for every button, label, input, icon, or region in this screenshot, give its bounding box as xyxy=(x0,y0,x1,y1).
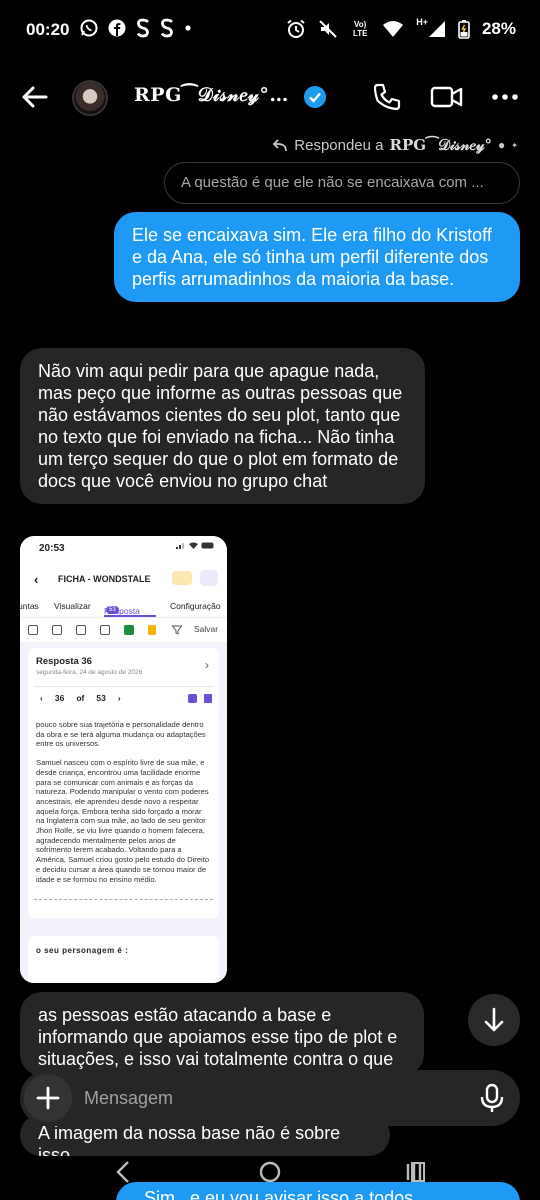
reply-prefix: Respondeu a xyxy=(294,136,384,154)
crown-icon xyxy=(172,571,192,585)
scroll-to-bottom-button[interactable] xyxy=(468,994,520,1046)
image-paragraph: Samuel nasceu com o espírito livre de su… xyxy=(36,758,210,884)
battery-icon xyxy=(201,542,214,549)
image-body: Resposta 36 segunda-feira, 24 de agosto … xyxy=(20,642,227,983)
image-status-bar: 20:53 xyxy=(20,536,227,562)
incoming-message[interactable]: Não vim aqui pedir para que apague nada,… xyxy=(20,348,425,504)
reply-context: Respondeu a RPG⁀𝒟𝒾𝓈𝓃𝑒𝓎° ● ✦ xyxy=(272,136,518,154)
status-right-icons: Vo) LTE H+ 28% xyxy=(286,17,516,39)
image-response-card: Resposta 36 segunda-feira, 24 de agosto … xyxy=(28,648,219,716)
reply-arrow-icon xyxy=(272,139,288,152)
slides-icon xyxy=(148,625,156,635)
chat-header: RPG⁀𝒟𝒾𝓈𝓃𝑒𝓎°… xyxy=(0,70,540,126)
reply-name: RPG⁀𝒟𝒾𝓈𝓃𝑒𝓎° xyxy=(389,136,493,154)
alarm-icon xyxy=(287,19,305,38)
trash-icon xyxy=(28,625,38,635)
image-tab-badge: 53 xyxy=(106,606,119,614)
image-time: 20:53 xyxy=(39,543,65,554)
trash-icon xyxy=(204,694,212,703)
print-icon xyxy=(188,694,197,703)
chevron-left-icon: ‹ xyxy=(40,693,43,703)
dot-icon: ✦ xyxy=(511,140,518,150)
image-save-label: Salvar xyxy=(194,624,219,634)
image-toolbar: Salvar xyxy=(20,618,227,642)
image-nav-bar: ‹ FICHA - WONDSTALE xyxy=(20,562,227,596)
volte-label: Vo) LTE xyxy=(352,20,368,38)
back-arrow-icon[interactable] xyxy=(20,82,50,112)
recents-nav-icon[interactable] xyxy=(398,1158,434,1186)
message-input[interactable] xyxy=(84,1070,454,1126)
status-time: 00:20 xyxy=(26,20,70,39)
image-tab: Configuração xyxy=(170,601,221,611)
wifi-icon xyxy=(383,21,404,37)
chevron-right-icon: › xyxy=(117,693,121,703)
system-nav-bar xyxy=(0,1150,540,1200)
image-tab-underline xyxy=(104,615,156,617)
pager-of: of xyxy=(76,693,85,703)
chat-title[interactable]: RPG⁀𝒟𝒾𝓈𝓃𝑒𝓎°… xyxy=(134,84,289,106)
outgoing-message[interactable]: Ele se encaixava sim. Ele era filho do K… xyxy=(114,212,520,302)
message-composer xyxy=(20,1070,520,1126)
print-icon xyxy=(76,625,86,635)
chevron-right-icon: › xyxy=(205,658,209,672)
mute-icon xyxy=(319,20,337,38)
print-icon xyxy=(52,625,62,635)
send-icon xyxy=(200,570,218,586)
incoming-message[interactable]: as pessoas estão atacando a base e infor… xyxy=(20,992,424,1076)
pager-total: 53 xyxy=(96,693,106,703)
image-pager: ‹ 36 of 53 › xyxy=(40,693,121,703)
status-bar: 00:20 Vo) LTE H+ 28% xyxy=(0,0,540,60)
s-app-icon xyxy=(136,18,149,38)
quoted-message[interactable]: A questão é que ele não se encaixava com… xyxy=(164,162,520,204)
more-options-icon[interactable] xyxy=(490,82,520,112)
status-left-icons xyxy=(80,18,192,38)
filter-icon xyxy=(171,625,183,635)
dot-icon xyxy=(185,25,191,31)
avatar[interactable] xyxy=(72,80,108,116)
whatsapp-icon xyxy=(80,19,98,37)
chevron-left-icon: ‹ xyxy=(34,572,39,587)
divider xyxy=(34,686,213,687)
microphone-icon[interactable] xyxy=(476,1082,508,1114)
home-nav-icon[interactable] xyxy=(252,1158,288,1186)
image-tabs: untas Visualizar Resposta 53 Configuração xyxy=(20,596,227,618)
apple-icon: ● xyxy=(498,138,506,152)
sheets-icon xyxy=(124,625,134,635)
signal-icon xyxy=(428,21,445,37)
image-tab: Visualizar xyxy=(54,601,91,611)
image-tab: untas xyxy=(20,601,39,611)
image-response-title: Resposta 36 xyxy=(36,656,92,667)
battery-percent: 28% xyxy=(481,19,516,38)
divider xyxy=(34,899,213,900)
add-attachment-button[interactable] xyxy=(24,1074,72,1122)
battery-icon xyxy=(458,20,470,39)
image-paragraph: pouco sobre sua trajetória e personalida… xyxy=(36,720,206,749)
image-status-icons xyxy=(176,542,215,549)
phone-call-icon[interactable] xyxy=(372,82,402,112)
arrow-down-icon xyxy=(484,1007,504,1032)
plus-icon xyxy=(36,1086,60,1110)
image-form-title: FICHA - WONDSTALE xyxy=(58,574,151,584)
pager-current: 36 xyxy=(54,693,65,703)
image-response-date: segunda-feira, 24 de agosto de 2026 xyxy=(36,669,143,676)
signal-icon xyxy=(176,543,184,549)
image-question: o seu personagem é : xyxy=(28,936,219,983)
image-answer-text: pouco sobre sua trajetória e personalida… xyxy=(28,714,219,918)
shared-image[interactable]: 20:53 ‹ FICHA - WONDSTALE untas Visualiz… xyxy=(20,536,227,983)
facebook-icon xyxy=(108,19,126,37)
back-nav-icon[interactable] xyxy=(106,1158,142,1186)
s-app-icon xyxy=(160,18,173,38)
signal-type-label: H+ xyxy=(416,17,428,27)
video-call-icon[interactable] xyxy=(430,82,464,112)
wifi-icon xyxy=(189,542,198,549)
verified-badge-icon xyxy=(304,86,326,108)
print-icon xyxy=(100,625,110,635)
